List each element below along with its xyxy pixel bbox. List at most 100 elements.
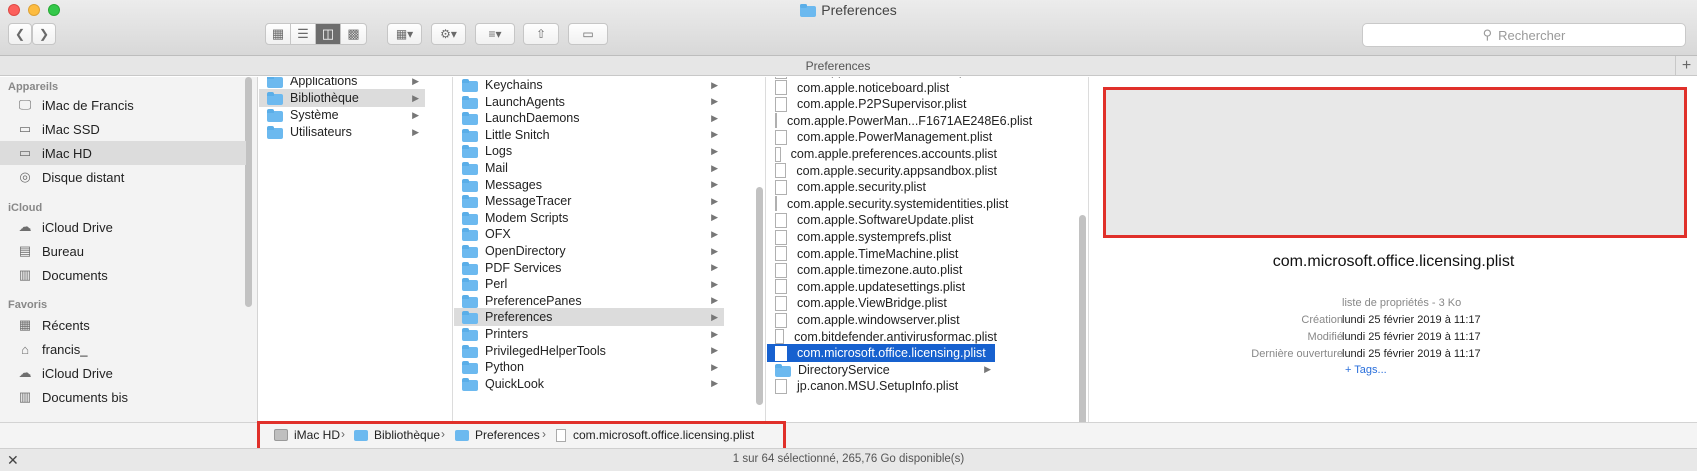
list-item[interactable]: QuickLook ▶ <box>454 375 724 393</box>
list-item[interactable]: com.apple.PowerMan...F1671AE248E6.plist <box>767 112 1032 130</box>
list-item[interactable]: Mail ▶ <box>454 159 724 177</box>
list-item[interactable]: com.apple.PowerManagement.plist <box>767 128 997 146</box>
list-item-label: com.apple.PowerManagement.plist <box>797 130 993 145</box>
tags-button[interactable]: ▭ <box>568 23 608 45</box>
folder-icon <box>462 294 478 308</box>
gallery-view-button[interactable]: ▩ <box>341 24 366 44</box>
document-icon <box>775 378 787 394</box>
sidebar-item-documents-bis[interactable]: ▥ Documents bis <box>0 385 246 409</box>
list-item[interactable]: LaunchDaemons ▶ <box>454 109 724 127</box>
list-item[interactable]: Printers ▶ <box>454 325 724 343</box>
back-button[interactable]: ❮ <box>8 23 32 45</box>
folder-icon <box>462 361 478 375</box>
disclosure-arrow-icon: ▶ <box>412 77 419 86</box>
list-view-button[interactable]: ☰ <box>291 24 316 44</box>
status-bar: ✕ 1 sur 64 sélectionné, 265,76 Go dispon… <box>0 448 1697 471</box>
current-folder-tab[interactable]: Preferences <box>0 59 1676 73</box>
column-library: Keychains ▶ LaunchAgents ▶ LaunchDaemons ▶ Lit… <box>454 77 766 422</box>
list-item[interactable]: com.apple.SoftwareUpdate.plist <box>767 211 997 229</box>
list-item[interactable]: com.apple.ViewBridge.plist <box>767 294 997 312</box>
list-item[interactable]: com.apple.preferences.accounts.plist <box>767 145 997 163</box>
list-item[interactable]: PreferencePanes ▶ <box>454 292 724 310</box>
list-item[interactable]: Little Snitch ▶ <box>454 126 724 144</box>
list-item[interactable]: com.bitdefender.antivirusformac.plist <box>767 328 997 346</box>
arrange-button[interactable]: ≡▾ <box>475 23 515 45</box>
list-item[interactable]: jp.canon.MSU.SetupInfo.plist <box>767 377 997 395</box>
list-item[interactable]: OpenDirectory ▶ <box>454 242 724 260</box>
action-menu-button[interactable]: ⚙▾ <box>431 23 466 45</box>
list-item[interactable]: com.apple.noticeboard.plist <box>767 79 997 97</box>
folder-icon <box>462 79 478 92</box>
list-item[interactable]: Utilisateurs ▶ <box>259 123 425 141</box>
list-item[interactable]: com.apple.security.appsandbox.plist <box>767 162 997 180</box>
list-item[interactable]: MessageTracer ▶ <box>454 192 724 210</box>
sidebar-item-francis[interactable]: ⌂ francis_ <box>0 337 246 361</box>
list-item[interactable]: OFX ▶ <box>454 225 724 243</box>
list-item-label: com.bitdefender.antivirusformac.plist <box>794 329 997 344</box>
disclosure-arrow-icon: ▶ <box>711 295 718 306</box>
share-button[interactable]: ⇧ <box>523 23 559 45</box>
list-item[interactable]: Perl ▶ <box>454 275 724 293</box>
column-view-button[interactable]: ◫ <box>316 24 341 44</box>
list-item-label: OFX <box>485 227 511 242</box>
list-item[interactable]: PrivilegedHelperTools ▶ <box>454 342 724 360</box>
sidebar-item-disque-distant[interactable]: ◎ Disque distant <box>0 165 246 189</box>
list-item[interactable]: com.apple.P2PSupervisor.plist <box>767 95 997 113</box>
folder-icon <box>267 77 283 88</box>
sidebar-item-recents[interactable]: ▦ Récents <box>0 313 246 337</box>
list-item-label: com.apple.security.appsandbox.plist <box>796 163 997 178</box>
status-text: 1 sur 64 sélectionné, 265,76 Go disponib… <box>732 453 965 465</box>
icon-view-button[interactable]: ▦ <box>266 24 291 44</box>
list-item-label: Preferences <box>485 310 553 325</box>
list-item[interactable]: com.microsoft.office.licensing.plist <box>767 344 995 363</box>
list-item[interactable]: PDF Services ▶ <box>454 259 724 277</box>
list-item[interactable]: DirectoryService ▶ <box>767 361 997 379</box>
view-mode-segmented-control: ▦ ☰ ◫ ▩ <box>265 23 367 45</box>
sidebar-item-imac-hd[interactable]: ▭ iMac HD <box>0 141 246 165</box>
column-library-scrollbar[interactable] <box>756 187 763 405</box>
disclosure-arrow-icon: ▶ <box>711 228 718 239</box>
list-item[interactable]: LaunchAgents ▶ <box>454 93 724 111</box>
list-item[interactable]: com.apple.timezone.auto.plist <box>767 261 997 279</box>
list-item[interactable]: com.apple.security.plist <box>767 178 997 196</box>
folder-icon: ▤ <box>18 243 32 258</box>
document-icon <box>775 229 787 245</box>
disclosure-arrow-icon: ▶ <box>711 195 718 206</box>
list-item[interactable]: Preferences ▶ <box>454 308 724 327</box>
disclosure-arrow-icon: ▶ <box>711 79 718 90</box>
sidebar-scrollbar[interactable] <box>245 77 252 307</box>
new-tab-button[interactable]: + <box>1675 56 1697 76</box>
forward-button[interactable]: ❯ <box>32 23 56 45</box>
list-item[interactable]: com.apple.updatesettings.plist <box>767 278 997 296</box>
sidebar-item-imac-de-francis[interactable]: 🖵 iMac de Francis <box>0 93 246 117</box>
list-item[interactable]: com.apple.windowserver.plist <box>767 311 997 329</box>
list-item[interactable]: com.apple.security.systemidentities.plis… <box>767 195 1008 213</box>
folder-icon <box>800 4 817 17</box>
sidebar-item-bureau[interactable]: ▤ Bureau <box>0 239 246 263</box>
sidebar-item-icloud-drive[interactable]: ☁ iCloud Drive <box>0 361 246 385</box>
search-field[interactable]: ⚲ Rechercher <box>1362 23 1686 47</box>
grid-icon: ▦▾ <box>395 27 414 41</box>
search-icon: ⚲ <box>1482 27 1493 42</box>
list-item[interactable]: Logs ▶ <box>454 142 724 160</box>
list-item[interactable]: Messages ▶ <box>454 176 724 194</box>
sidebar-item-documents[interactable]: ▥ Documents <box>0 263 246 287</box>
sidebar-item-label: Disque distant <box>42 169 125 185</box>
list-item[interactable]: com.apple.systemprefs.plist <box>767 228 997 246</box>
list-item[interactable]: Modem Scripts ▶ <box>454 209 724 227</box>
document-icon <box>775 329 785 345</box>
column-preferences-scrollbar[interactable] <box>1079 215 1086 422</box>
sidebar-item-icloud-drive[interactable]: ☁ iCloud Drive <box>0 215 246 239</box>
group-by-button[interactable]: ▦▾ <box>387 23 422 45</box>
sidebar-item-imac-ssd[interactable]: ▭ iMac SSD <box>0 117 246 141</box>
sidebar-item-label: francis_ <box>42 341 88 357</box>
plus-icon: + <box>1681 57 1692 74</box>
add-tags-link[interactable]: + Tags... <box>1345 364 1387 376</box>
list-item[interactable]: Python ▶ <box>454 358 724 376</box>
list-item[interactable]: Keychains ▶ <box>454 77 724 94</box>
folder-icon <box>462 377 478 391</box>
list-item[interactable]: com.apple.TimeMachine.plist <box>767 245 997 263</box>
list-item[interactable]: Bibliothèque ▶ <box>259 89 425 107</box>
list-item[interactable]: Système ▶ <box>259 106 425 124</box>
modified-value: lundi 25 février 2019 à 11:17 <box>1342 331 1481 343</box>
